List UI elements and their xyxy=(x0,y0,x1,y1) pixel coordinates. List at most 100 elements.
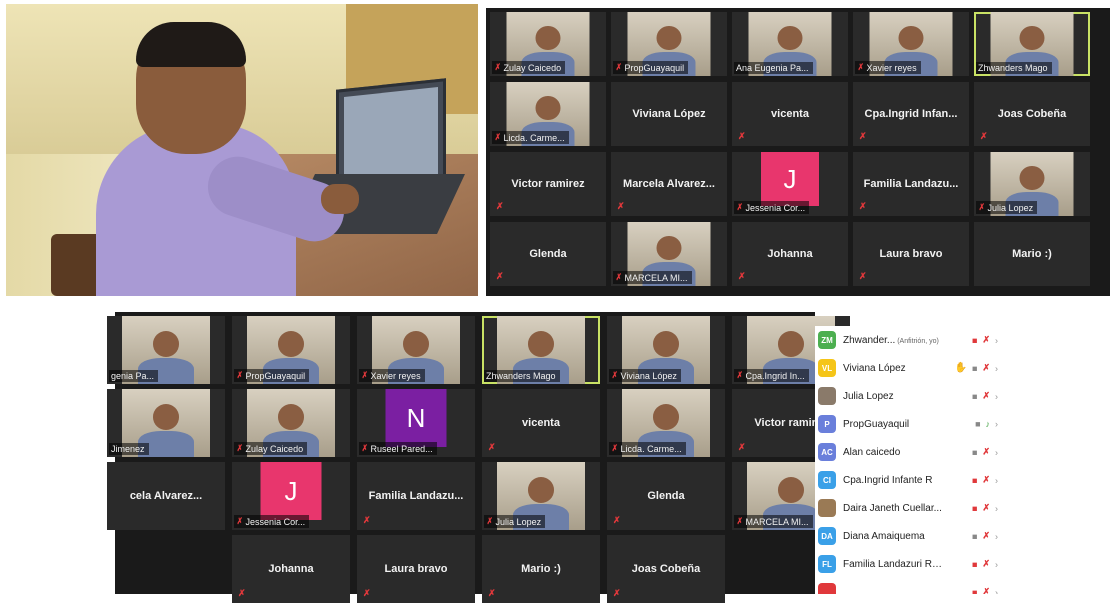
camera-off-icon[interactable]: ■ xyxy=(972,587,977,594)
video-tile-mario[interactable]: Mario :) xyxy=(974,222,1090,286)
participant-row[interactable]: Julia Lopez ■ ✗ › xyxy=(815,382,1004,410)
video-tile-cela-alvarez[interactable]: cela Alvarez... xyxy=(107,462,225,530)
video-tile-jessenia-cor[interactable]: J ✗ Jessenia Cor... xyxy=(232,462,350,530)
camera-icon[interactable]: ■ xyxy=(972,363,977,373)
mic-muted-icon[interactable]: ✗ xyxy=(982,447,990,458)
participant-name: Jimenez xyxy=(111,444,145,454)
participant-label: Jimenez xyxy=(109,443,149,455)
video-tile-zhwanders-mago[interactable]: Zhwanders Mago xyxy=(974,12,1090,76)
video-tile-propguayaquil[interactable]: ✗ PropGuayaquil xyxy=(232,316,350,384)
video-tile-laura-bravo[interactable]: Laura bravo ✗ xyxy=(357,535,475,603)
participant-row[interactable]: FL Familia Landazuri Ro... ■ ✗ › xyxy=(815,550,1004,578)
avatar-letter: J xyxy=(761,152,819,206)
participant-status-icons: ■ ✗ › xyxy=(972,503,998,514)
chevron-right-icon[interactable]: › xyxy=(995,531,998,541)
video-tile-familia-landazu[interactable]: Familia Landazu... ✗ xyxy=(357,462,475,530)
participant-name: Glenda xyxy=(529,248,567,260)
mic-muted-icon[interactable]: ✗ xyxy=(982,587,990,595)
video-tile-laura-bravo[interactable]: Laura bravo ✗ xyxy=(853,222,969,286)
mic-muted-icon: ✗ xyxy=(611,443,618,453)
participant-row[interactable]: VL Viviana López ✋ ■ ✗ › xyxy=(815,354,1004,382)
participant-list-name: Cpa.Ingrid Infante R xyxy=(843,475,943,486)
camera-icon[interactable]: ■ xyxy=(975,419,980,429)
video-tile-zulay-caicedo[interactable]: ✗ Zulay Caicedo xyxy=(490,12,606,76)
camera-off-icon[interactable]: ■ xyxy=(972,475,977,485)
video-tile-marcela-alvarez[interactable]: Marcela Alvarez... ✗ xyxy=(611,152,727,216)
participant-row[interactable]: CI Cpa.Ingrid Infante R ■ ✗ › xyxy=(815,466,1004,494)
mic-muted-icon[interactable]: ✗ xyxy=(982,363,990,374)
video-tile-johanna[interactable]: Johanna ✗ xyxy=(232,535,350,603)
video-tile-vicenta[interactable]: vicenta ✗ xyxy=(482,389,600,457)
chevron-right-icon[interactable]: › xyxy=(995,587,998,594)
video-tile-viviana-l-pez[interactable]: Viviana López xyxy=(611,82,727,146)
participant-list-name: Alan caicedo xyxy=(843,447,943,458)
participant-name: Viviana López xyxy=(632,108,706,120)
chevron-right-icon[interactable]: › xyxy=(995,503,998,513)
participant-row[interactable]: DA Diana Amaiquema ■ ✗ › xyxy=(815,522,1004,550)
video-tile-joas-cobe-a[interactable]: Joas Cobeña ✗ xyxy=(607,535,725,603)
mic-muted-icon[interactable]: ✗ xyxy=(982,335,990,346)
camera-off-icon[interactable]: ■ xyxy=(972,335,977,345)
chevron-right-icon[interactable]: › xyxy=(995,363,998,373)
chevron-right-icon[interactable]: › xyxy=(995,559,998,569)
video-tile-cpa-ingrid-infan[interactable]: Cpa.Ingrid Infan... ✗ xyxy=(853,82,969,146)
participant-row[interactable]: ZM Zhwander... (Anfitrión, yo) ■ ✗ › xyxy=(815,326,1004,354)
participant-row[interactable]: P PropGuayaquil ■ ♪ › xyxy=(815,410,1004,438)
mic-muted-icon: ✗ xyxy=(236,443,243,453)
participant-name: Xavier reyes xyxy=(866,62,917,73)
video-tile-genia-pa[interactable]: genia Pa... xyxy=(107,316,225,384)
camera-icon[interactable]: ■ xyxy=(972,447,977,457)
mic-icon[interactable]: ♪ xyxy=(986,419,991,429)
camera-icon[interactable]: ■ xyxy=(972,391,977,401)
video-tile-licda-carme[interactable]: ✗ Licda. Carme... xyxy=(490,82,606,146)
video-tile-victor-ramirez[interactable]: Victor ramirez ✗ xyxy=(490,152,606,216)
chevron-right-icon[interactable]: › xyxy=(995,391,998,401)
participant-avatar: ZM xyxy=(818,331,836,349)
camera-off-icon[interactable]: ■ xyxy=(972,559,977,569)
video-tile-familia-landazu[interactable]: Familia Landazu... ✗ xyxy=(853,152,969,216)
video-tile-julia-lopez[interactable]: ✗ Julia Lopez xyxy=(974,152,1090,216)
mic-muted-icon[interactable]: ✗ xyxy=(982,391,990,402)
video-tile-viviana-l-pez[interactable]: ✗ Viviana López xyxy=(607,316,725,384)
mic-muted-icon[interactable]: ✗ xyxy=(982,559,990,570)
mic-muted-icon[interactable]: ✗ xyxy=(982,503,990,514)
video-tile-jimenez[interactable]: Jimenez xyxy=(107,389,225,457)
participant-row[interactable]: ■ ✗ › xyxy=(815,578,1004,594)
video-tile-mario[interactable]: Mario :) ✗ xyxy=(482,535,600,603)
video-tile-marcela-mi[interactable]: ✗ MARCELA MI... xyxy=(611,222,727,286)
mic-muted-icon[interactable]: ✗ xyxy=(982,531,990,542)
video-tile-johanna[interactable]: Johanna ✗ xyxy=(732,222,848,286)
video-tile-jessenia-cor[interactable]: J ✗ Jessenia Cor... xyxy=(732,152,848,216)
participant-name: Glenda xyxy=(647,490,685,502)
chevron-right-icon[interactable]: › xyxy=(995,335,998,345)
participant-list-name-text: Viviana López xyxy=(843,362,906,374)
mic-muted-icon[interactable]: ✗ xyxy=(982,475,990,486)
video-tile-licda-carme[interactable]: ✗ Licda. Carme... xyxy=(607,389,725,457)
video-tile-xavier-reyes[interactable]: ✗ Xavier reyes xyxy=(853,12,969,76)
participant-row[interactable]: Daira Janeth Cuellar... ■ ✗ › xyxy=(815,494,1004,522)
video-tile-ruseel-pared[interactable]: N ✗ Ruseel Pared... xyxy=(357,389,475,457)
chevron-right-icon[interactable]: › xyxy=(995,419,998,429)
participant-row[interactable]: AC Alan caicedo ■ ✗ › xyxy=(815,438,1004,466)
chevron-right-icon[interactable]: › xyxy=(995,475,998,485)
video-tile-vicenta[interactable]: vicenta ✗ xyxy=(732,82,848,146)
gallery-view-top: ✗ Zulay Caicedo ✗ PropGuayaquil Ana Eugenia … xyxy=(486,8,1110,296)
video-tile-zulay-caicedo[interactable]: ✗ Zulay Caicedo xyxy=(232,389,350,457)
video-tile-glenda[interactable]: Glenda ✗ xyxy=(490,222,606,286)
mic-muted-icon: ✗ xyxy=(494,62,501,72)
participant-label: ✗ PropGuayaquil xyxy=(613,61,689,74)
video-tile-ana-eugenia-pa[interactable]: Ana Eugenia Pa... xyxy=(732,12,848,76)
chevron-right-icon[interactable]: › xyxy=(995,447,998,457)
video-tile-julia-lopez[interactable]: ✗ Julia Lopez xyxy=(482,462,600,530)
participant-status-icons: ■ ♪ › xyxy=(975,419,998,429)
video-tile-glenda[interactable]: Glenda ✗ xyxy=(607,462,725,530)
participant-status-icons: ■ ✗ › xyxy=(972,559,998,570)
camera-icon[interactable]: ■ xyxy=(972,531,977,541)
participants-panel: ZM Zhwander... (Anfitrión, yo) ■ ✗ › VL Vivian… xyxy=(815,326,1004,594)
camera-off-icon[interactable]: ■ xyxy=(972,503,977,513)
video-tile-propguayaquil[interactable]: ✗ PropGuayaquil xyxy=(611,12,727,76)
video-tile-xavier-reyes[interactable]: ✗ Xavier reyes xyxy=(357,316,475,384)
video-tile-joas-cobe-a[interactable]: Joas Cobeña ✗ xyxy=(974,82,1090,146)
participant-name: Julia Lopez xyxy=(495,516,542,527)
video-tile-zhwanders-mago[interactable]: Zhwanders Mago xyxy=(482,316,600,384)
